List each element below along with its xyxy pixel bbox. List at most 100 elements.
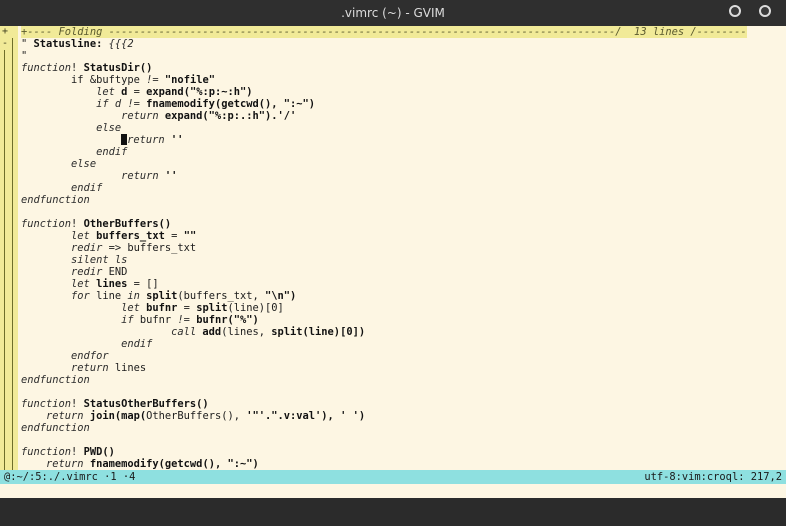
keyword-token: let (71, 230, 97, 242)
fold-level-bar (4, 86, 5, 98)
code-line[interactable]: silent ls (0, 254, 786, 266)
code-line[interactable]: return fnamemodify(getcwd(), ":~") (0, 458, 786, 470)
code-line[interactable]: if &buftype != "nofile" (0, 74, 786, 86)
fold-column (0, 410, 18, 422)
fold-level-bar (4, 194, 5, 206)
fold-level-bar (12, 242, 13, 254)
code-line[interactable]: if d != fnamemodify(getcwd(), ":~") (0, 98, 786, 110)
fold-header-line[interactable]: + +---- Folding ------------------------… (0, 26, 786, 38)
identifier-token: split (146, 290, 178, 302)
code-line[interactable]: for line in split(buffers_txt, "\n") (0, 290, 786, 302)
code-line[interactable]: return lines (0, 362, 786, 374)
code-text: let lines = [] (21, 278, 159, 290)
fold-column (0, 146, 18, 158)
identifier-token: Statusline: (33, 38, 103, 50)
status-line: @:~/:5:./.vimrc ·1 ·4 utf-8:vim:croql: 2… (0, 470, 786, 484)
editor-buffer[interactable]: + +---- Folding ------------------------… (0, 26, 786, 470)
fold-level-bar (12, 50, 13, 62)
code-line[interactable]: function! PWD() (0, 446, 786, 458)
code-line[interactable]: " (0, 50, 786, 62)
plain-token: END (108, 266, 128, 278)
code-line[interactable]: endfunction (0, 194, 786, 206)
fold-level-bar (4, 338, 5, 350)
closed-fold-text[interactable]: +---- Folding --------------------------… (21, 26, 747, 38)
code-line[interactable]: let lines = [] (0, 278, 786, 290)
fold-level-bar (4, 50, 5, 62)
code-line[interactable]: if bufnr != bufnr("%") (0, 314, 786, 326)
code-line[interactable]: function! OtherBuffers() (0, 218, 786, 230)
code-line[interactable]: endfor (0, 350, 786, 362)
fold-column (0, 218, 18, 230)
code-text: function! OtherBuffers() (21, 218, 171, 230)
plain-token: (line)[0] (227, 302, 284, 314)
fold-column (0, 422, 18, 434)
code-line[interactable]: call add(lines, split(line)[0]) (0, 326, 786, 338)
fold-level-bar (4, 62, 5, 74)
fold-level-bar (12, 98, 13, 110)
keyword-token: let (96, 86, 122, 98)
code-line[interactable]: redir => buffers_txt (0, 242, 786, 254)
code-line[interactable] (0, 206, 786, 218)
code-line[interactable]: function! StatusDir() (0, 62, 786, 74)
code-line[interactable]: - " Statusline: {{{2 (0, 38, 786, 50)
code-line[interactable]: endfunction (0, 374, 786, 386)
keyword-token: function (21, 446, 72, 458)
fold-level-bar (12, 278, 13, 290)
fold-level-bar (4, 98, 5, 110)
identifier-token: add (202, 326, 222, 338)
keyword-token: call (171, 326, 203, 338)
code-line[interactable]: endfunction (0, 422, 786, 434)
code-line[interactable]: endif (0, 146, 786, 158)
code-line[interactable]: return '' (0, 170, 786, 182)
title-bar[interactable]: .vimrc (~) - GVIM (0, 0, 786, 26)
code-line[interactable]: return '' (0, 134, 786, 146)
fold-level-bar (12, 218, 13, 230)
fold-column (0, 290, 18, 302)
code-line[interactable]: redir END (0, 266, 786, 278)
code-line[interactable]: endif (0, 338, 786, 350)
identifier-token: getcwd (164, 458, 203, 470)
keyword-token: endfunction (21, 422, 90, 434)
keyword-token: endif (121, 338, 153, 350)
fold-level-bar (4, 410, 5, 422)
fold-column (0, 110, 18, 122)
fold-level-bar (12, 86, 13, 98)
code-line[interactable]: let buffers_txt = "" (0, 230, 786, 242)
identifier-token: "" (183, 230, 197, 242)
maximize-button[interactable] (759, 5, 771, 17)
minimize-button[interactable] (729, 5, 741, 17)
code-text: function! StatusOtherBuffers() (21, 398, 209, 410)
code-line[interactable]: let d = expand("%:p:~:h") (0, 86, 786, 98)
identifier-token: bufnr (146, 302, 178, 314)
fold-level-bar (12, 122, 13, 134)
fold-level-bar (12, 158, 13, 170)
code-line[interactable]: return expand("%:p:.:h").'/' (0, 110, 786, 122)
keyword-token: let (71, 278, 97, 290)
code-line[interactable]: else (0, 122, 786, 134)
code-line[interactable]: function! StatusOtherBuffers() (0, 398, 786, 410)
plain-token: line (96, 290, 128, 302)
command-line[interactable] (0, 484, 786, 498)
code-line[interactable]: let bufnr = split(line)[0] (0, 302, 786, 314)
fold-column (0, 158, 18, 170)
identifier-token: "\n") (265, 290, 297, 302)
code-line[interactable]: endif (0, 182, 786, 194)
code-line[interactable]: return join(map(OtherBuffers(), '"'.".v:… (0, 410, 786, 422)
identifier-token: '' (164, 170, 178, 182)
fold-level-bar (12, 146, 13, 158)
fold-level-bar (4, 374, 5, 386)
code-line[interactable]: else (0, 158, 786, 170)
fold-level-bar (4, 290, 5, 302)
plain-token: " (21, 38, 34, 50)
keyword-token: in (127, 290, 147, 302)
code-text: else (21, 158, 96, 170)
identifier-token: StatusDir() (83, 62, 153, 74)
keyword-token: for (71, 290, 97, 302)
code-line[interactable] (0, 386, 786, 398)
keyword-token: function (21, 398, 72, 410)
fold-level-bar (4, 218, 5, 230)
fold-level-bar (12, 62, 13, 74)
code-line[interactable] (0, 434, 786, 446)
